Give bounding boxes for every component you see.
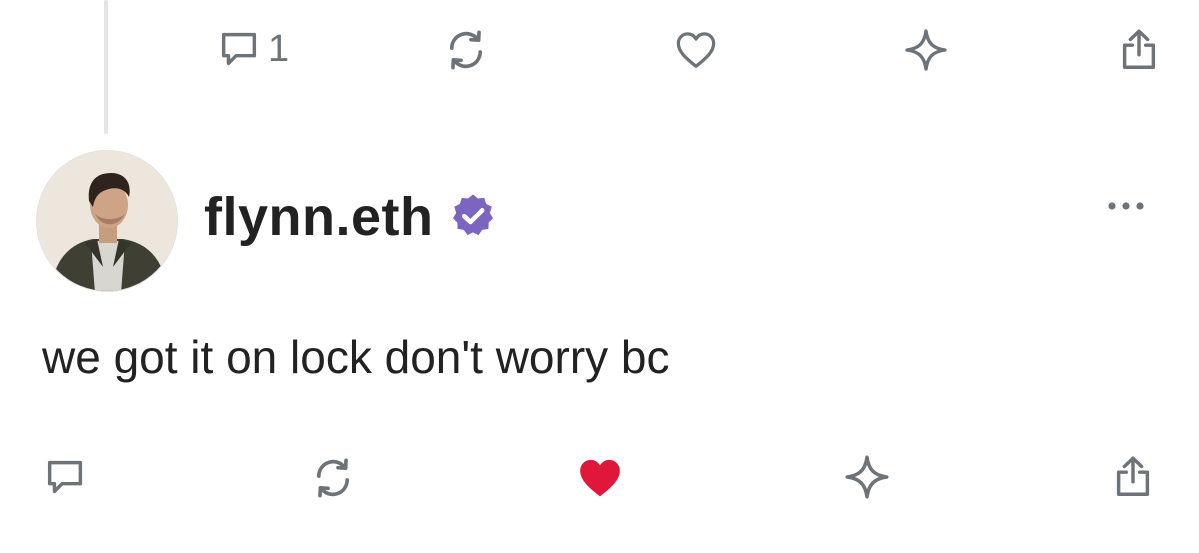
repost-button[interactable] <box>310 455 356 501</box>
reply-icon <box>221 32 257 66</box>
thread-connector-line <box>104 0 108 134</box>
repost-icon <box>316 458 350 498</box>
prev-share-button[interactable] <box>1116 26 1162 74</box>
like-button[interactable] <box>574 453 626 503</box>
avatar-photo <box>37 151 177 291</box>
prev-repost-button[interactable] <box>443 27 489 73</box>
tip-button[interactable] <box>842 452 892 502</box>
prev-reply-button[interactable]: 1 <box>216 26 289 72</box>
repost-icon <box>449 30 483 70</box>
author-avatar[interactable] <box>36 150 178 292</box>
reply-button[interactable] <box>42 454 88 500</box>
prev-like-button[interactable] <box>672 27 720 73</box>
heart-filled-icon <box>580 459 620 497</box>
more-options-button[interactable] <box>1106 196 1148 221</box>
prev-tip-button[interactable] <box>902 26 950 74</box>
sparkle-icon <box>845 455 889 499</box>
ellipsis-icon <box>1108 202 1144 210</box>
verified-badge-icon <box>452 194 493 236</box>
author-row: flynn.eth <box>204 190 498 244</box>
share-button[interactable] <box>1110 453 1156 501</box>
heart-outline-icon <box>676 32 716 68</box>
post-text: we got it on lock don't worry bc <box>42 331 670 383</box>
share-icon <box>1122 29 1156 69</box>
prev-reply-count: 1 <box>268 28 290 70</box>
author-name[interactable]: flynn.eth <box>204 190 434 244</box>
reply-icon <box>47 460 83 494</box>
share-icon <box>1116 456 1150 496</box>
sparkle-icon <box>905 29 947 71</box>
